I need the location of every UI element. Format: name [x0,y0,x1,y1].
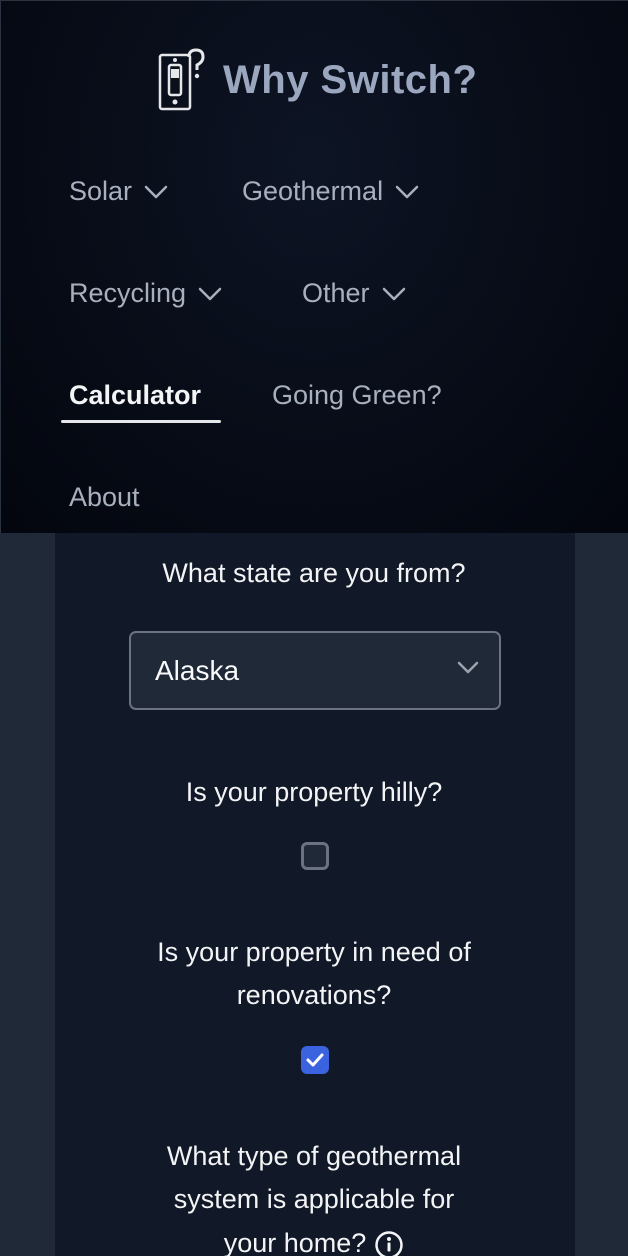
geo-question-line-1: What type of geothermal [166,1141,462,1171]
nav-going-green-label: Going Green? [272,380,442,410]
info-icon[interactable] [374,1230,404,1256]
nav-calculator-label: Calculator [69,380,202,410]
nav-solar[interactable]: Solar [69,176,168,207]
nav-recycling-label: Recycling [69,278,187,308]
renovation-question-line-2: renovations? [236,980,392,1010]
nav-other[interactable]: Other [302,278,406,309]
nav-recycling[interactable]: Recycling [69,278,222,309]
geo-question-line-3-row: your home? [0,1222,628,1256]
chevron-down-icon [144,185,168,198]
site-header: Why Switch? Solar Geothermal Recycling O… [0,0,628,533]
brand[interactable]: Why Switch? [157,47,477,113]
chevron-down-icon [457,661,479,674]
light-switch-question-icon [158,48,205,111]
nav-calculator[interactable]: Calculator [69,380,201,411]
nav-about[interactable]: About [69,482,140,513]
state-select[interactable]: Alaska [129,631,501,710]
renovation-question-line-1: Is your property in need of [157,937,471,967]
chevron-down-icon [198,287,222,300]
hilly-checkbox[interactable] [301,842,329,870]
geo-question-line-3: your home? [223,1228,367,1256]
state-select-value: Alaska [155,654,240,686]
state-question: What state are you from? [162,558,466,588]
nav-solar-label: Solar [69,176,133,206]
checkmark-icon [306,1053,324,1067]
brand-title: Why Switch? [223,57,478,102]
nav-geothermal-label: Geothermal [242,176,384,206]
nav-other-label: Other [302,278,370,308]
nav-going-green[interactable]: Going Green? [272,380,442,411]
nav-geothermal[interactable]: Geothermal [242,176,419,207]
renovation-checkbox[interactable] [301,1046,329,1074]
geo-question-line-2: system is applicable for [173,1184,455,1214]
hilly-question: Is your property hilly? [185,777,443,807]
chevron-down-icon [382,287,405,300]
active-tab-underline [61,420,221,423]
nav-about-label: About [69,482,140,512]
chevron-down-icon [395,185,419,198]
